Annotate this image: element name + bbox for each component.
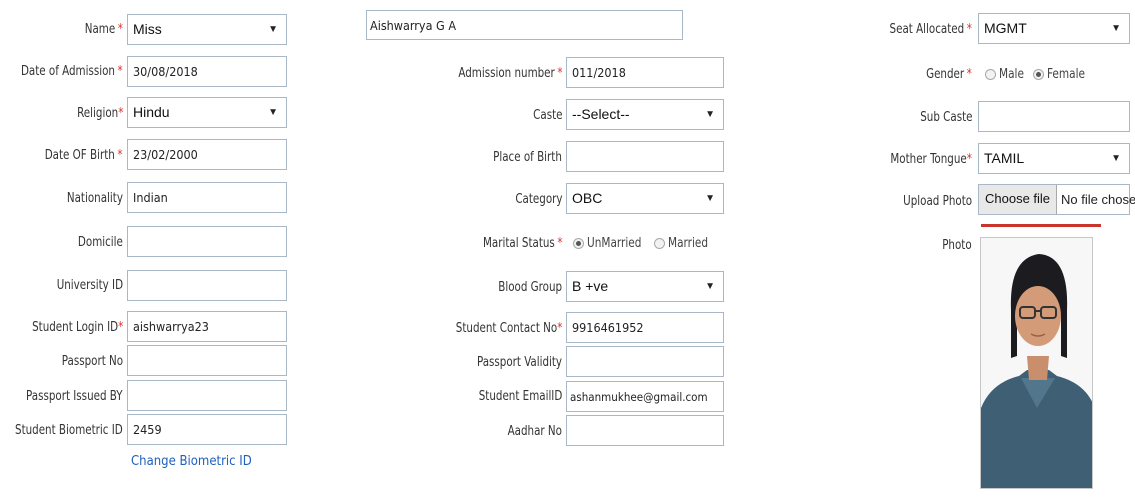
mother-tongue-select[interactable]: TAMIL ▼ (978, 143, 1130, 174)
place-of-birth-field[interactable] (566, 141, 724, 172)
married-radio[interactable] (653, 238, 665, 249)
student-biometric-id-field[interactable] (127, 414, 287, 445)
category-select[interactable]: OBC ▼ (566, 183, 724, 214)
date-of-birth-field[interactable] (127, 139, 287, 170)
chevron-down-icon: ▼ (1111, 23, 1121, 34)
aadhar-no-label: Aadhar No (507, 423, 562, 439)
student-photo (980, 237, 1093, 489)
nationality-field[interactable] (127, 182, 287, 213)
date-of-birth-label: Date OF Birth * (45, 147, 123, 163)
student-login-id-label: Student Login ID* (31, 319, 123, 335)
gender-group: Male Female (985, 59, 1095, 90)
religion-label: Religion* (76, 105, 123, 121)
mother-tongue-label: Mother Tongue* (890, 151, 972, 167)
caste-label: Caste (532, 107, 562, 123)
blood-group-select[interactable]: B +ve ▼ (566, 271, 724, 302)
category-label: Category (514, 191, 562, 207)
student-email-field[interactable] (566, 381, 724, 412)
photo-label: Photo (942, 237, 972, 253)
unmarried-label: UnMarried (587, 236, 642, 251)
chevron-down-icon: ▼ (705, 109, 715, 120)
seat-allocated-label: Seat Allocated * (889, 21, 972, 37)
student-email-label: Student EmailID (478, 388, 562, 404)
date-of-admission-field[interactable] (127, 56, 287, 87)
student-biometric-id-label: Student Biometric ID (15, 422, 123, 438)
file-status-text: No file chosen (1061, 192, 1135, 207)
married-label: Married (667, 236, 708, 251)
unmarried-radio[interactable] (573, 238, 584, 249)
male-label: Male (999, 67, 1024, 82)
student-login-id-field[interactable] (127, 311, 287, 342)
student-contact-no-label: Student Contact No* (455, 320, 562, 336)
sub-caste-field[interactable] (978, 101, 1130, 132)
religion-select[interactable]: Hindu ▼ (127, 97, 287, 128)
university-id-label: University ID (56, 277, 123, 293)
passport-no-field[interactable] (127, 345, 287, 376)
gender-label: Gender * (926, 66, 972, 82)
nationality-label: Nationality (66, 190, 123, 206)
domicile-label: Domicile (78, 234, 123, 250)
aadhar-no-field[interactable] (566, 415, 724, 446)
male-radio[interactable] (985, 69, 996, 80)
passport-issued-by-field[interactable] (127, 380, 287, 411)
change-biometric-id-link[interactable]: Change Biometric ID (131, 454, 252, 469)
name-label: Name * (84, 21, 123, 37)
caste-select[interactable]: --Select-- ▼ (566, 99, 724, 130)
choose-file-button[interactable]: Choose file (979, 185, 1058, 214)
full-name-field[interactable] (366, 10, 683, 40)
passport-validity-label: Passport Validity (476, 354, 562, 370)
place-of-birth-label: Place of Birth (493, 149, 562, 165)
marital-status-group: UnMarried Married (573, 228, 718, 259)
domicile-field[interactable] (127, 226, 287, 257)
passport-validity-field[interactable] (566, 346, 724, 377)
date-of-admission-label: Date of Admission * (21, 63, 123, 79)
chevron-down-icon: ▼ (268, 107, 278, 118)
chevron-down-icon: ▼ (705, 281, 715, 292)
seat-allocated-select[interactable]: MGMT ▼ (978, 13, 1130, 44)
passport-issued-by-label: Passport Issued BY (26, 388, 123, 404)
student-contact-no-field[interactable] (566, 312, 724, 343)
admission-number-field[interactable] (566, 57, 724, 88)
upload-photo-input[interactable]: Choose file No file chosen (978, 184, 1135, 215)
chevron-down-icon: ▼ (1111, 153, 1121, 164)
passport-no-label: Passport No (61, 353, 123, 369)
chevron-down-icon: ▼ (268, 24, 278, 35)
upload-photo-label: Upload Photo (903, 193, 972, 209)
sub-caste-label: Sub Caste (919, 109, 972, 125)
name-title-select[interactable]: Miss ▼ (127, 14, 287, 45)
blood-group-label: Blood Group (498, 279, 562, 295)
marital-status-label: Marital Status * (482, 235, 562, 251)
chevron-down-icon: ▼ (705, 193, 715, 204)
admission-number-label: Admission number * (457, 65, 562, 81)
university-id-field[interactable] (127, 270, 287, 301)
female-label: Female (1046, 67, 1085, 82)
female-radio[interactable] (1032, 69, 1044, 80)
red-underline (981, 224, 1101, 227)
